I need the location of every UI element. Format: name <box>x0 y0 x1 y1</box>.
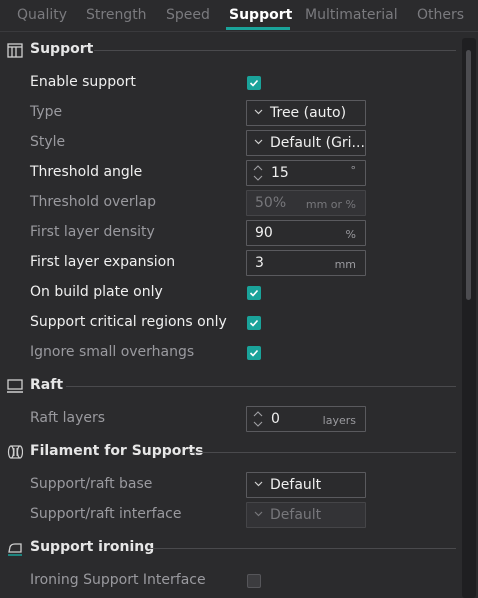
raft-layers-value: 0 <box>271 411 280 427</box>
support-icon <box>7 43 23 58</box>
row-threshold-overlap: Threshold overlap 50% mm or % <box>0 188 460 218</box>
checkmark-icon <box>249 289 259 297</box>
filament-icon <box>7 445 23 459</box>
style-label: Style <box>30 134 66 150</box>
row-raft-interface: Support/raft interface Default <box>0 500 460 530</box>
tab-strength[interactable]: Strength <box>86 7 147 23</box>
raft-icon <box>7 379 23 393</box>
row-ignore-small-overhangs: Ignore small overhangs <box>0 338 460 368</box>
raft-interface-dropdown[interactable]: Default <box>246 502 366 528</box>
row-enable-support: Enable support <box>0 68 460 98</box>
first-layer-expansion-label: First layer expansion <box>30 254 176 270</box>
row-type: Type Tree (auto) <box>0 98 460 128</box>
ironing-interface-label: Ironing Support Interface <box>30 572 206 588</box>
first-layer-density-input[interactable]: 90 % <box>246 220 366 246</box>
raft-base-label: Support/raft base <box>30 476 153 492</box>
section-title-support: Support <box>30 41 94 57</box>
style-value: Default (Gri... <box>270 135 364 151</box>
section-support-ironing: Support ironing <box>0 538 460 558</box>
threshold-overlap-unit: mm or % <box>305 198 356 211</box>
critical-regions-only-checkbox[interactable] <box>247 316 261 330</box>
raft-base-dropdown[interactable]: Default <box>246 472 366 498</box>
ignore-small-overhangs-checkbox[interactable] <box>247 346 261 360</box>
raft-interface-label: Support/raft interface <box>30 506 182 522</box>
chevron-down-icon <box>254 511 263 517</box>
tab-support[interactable]: Support <box>229 7 292 23</box>
chevron-down-icon <box>254 109 263 115</box>
row-first-layer-density: First layer density 90 % <box>0 218 460 248</box>
section-divider <box>66 386 456 387</box>
row-critical-regions-only: Support critical regions only <box>0 308 460 338</box>
raft-interface-value: Default <box>270 507 322 523</box>
first-layer-density-label: First layer density <box>30 224 155 240</box>
first-layer-expansion-unit: mm <box>334 258 356 271</box>
section-title-filament: Filament for Supports <box>30 443 204 459</box>
on-build-plate-only-label: On build plate only <box>30 284 163 300</box>
checkmark-icon <box>249 349 259 357</box>
type-label: Type <box>30 104 63 120</box>
first-layer-density-unit: % <box>345 228 356 241</box>
enable-support-label: Enable support <box>30 74 136 90</box>
critical-regions-only-label: Support critical regions only <box>30 314 227 330</box>
type-value: Tree (auto) <box>270 105 347 121</box>
threshold-angle-value: 15 <box>271 165 289 181</box>
enable-support-checkbox[interactable] <box>247 76 261 90</box>
row-first-layer-expansion: First layer expansion 3 mm <box>0 248 460 278</box>
chevron-down-icon <box>254 481 263 487</box>
tab-speed[interactable]: Speed <box>166 7 210 23</box>
tab-others[interactable]: Others <box>417 7 464 23</box>
section-raft: Raft <box>0 376 460 396</box>
row-raft-layers: Raft layers 0 layers <box>0 404 460 434</box>
section-filament-for-supports: Filament for Supports <box>0 442 460 462</box>
threshold-overlap-label: Threshold overlap <box>30 194 157 210</box>
style-dropdown[interactable]: Default (Gri... <box>246 130 366 156</box>
raft-layers-stepper[interactable]: 0 layers <box>246 406 366 432</box>
row-on-build-plate-only: On build plate only <box>0 278 460 308</box>
settings-tab-bar: Quality Strength Speed Support Multimate… <box>0 0 478 32</box>
threshold-overlap-input[interactable]: 50% mm or % <box>246 190 366 216</box>
scrollbar-thumb[interactable] <box>466 50 471 300</box>
row-threshold-angle: Threshold angle 15 ° <box>0 158 460 188</box>
threshold-overlap-value: 50% <box>255 195 287 211</box>
checkmark-icon <box>249 79 259 87</box>
section-support: Support <box>0 40 460 60</box>
row-raft-base: Support/raft base Default <box>0 470 460 500</box>
raft-base-value: Default <box>270 477 322 493</box>
tab-quality[interactable]: Quality <box>17 7 67 23</box>
active-tab-indicator <box>226 27 290 30</box>
row-style: Style Default (Gri... <box>0 128 460 158</box>
ironing-icon <box>8 543 22 556</box>
section-divider <box>94 50 456 51</box>
checkmark-icon <box>249 319 259 327</box>
threshold-angle-unit: ° <box>350 164 357 177</box>
first-layer-expansion-input[interactable]: 3 mm <box>246 250 366 276</box>
section-title-raft: Raft <box>30 377 64 393</box>
first-layer-density-value: 90 <box>255 225 273 241</box>
type-dropdown[interactable]: Tree (auto) <box>246 100 366 126</box>
section-divider <box>190 452 456 453</box>
on-build-plate-only-checkbox[interactable] <box>247 286 261 300</box>
chevron-down-icon <box>254 139 263 145</box>
threshold-angle-label: Threshold angle <box>30 164 143 180</box>
row-ironing-interface: Ironing Support Interface <box>0 566 460 596</box>
tab-divider <box>0 31 478 32</box>
section-title-ironing: Support ironing <box>30 539 155 555</box>
spin-arrows-icon[interactable] <box>252 164 264 182</box>
threshold-angle-stepper[interactable]: 15 ° <box>246 160 366 186</box>
section-divider <box>150 548 456 549</box>
raft-layers-label: Raft layers <box>30 410 106 426</box>
first-layer-expansion-value: 3 <box>255 255 264 271</box>
raft-layers-unit: layers <box>322 414 356 427</box>
tab-multimaterial[interactable]: Multimaterial <box>305 7 398 23</box>
ignore-small-overhangs-label: Ignore small overhangs <box>30 344 195 360</box>
ironing-interface-checkbox[interactable] <box>247 574 261 588</box>
spin-arrows-icon[interactable] <box>252 410 264 428</box>
